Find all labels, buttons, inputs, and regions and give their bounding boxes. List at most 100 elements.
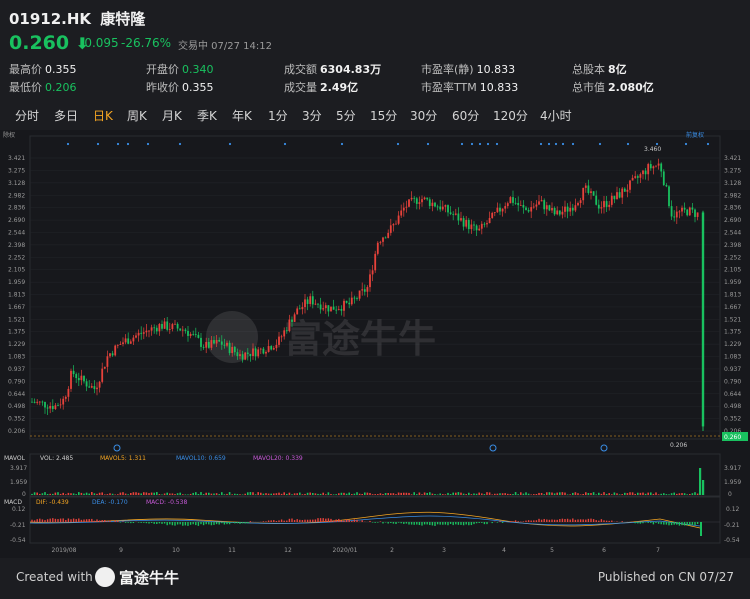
macd-bar — [449, 522, 452, 524]
current-price-tag: 0.260 — [724, 434, 741, 441]
candle-body — [527, 209, 530, 212]
macd-bar — [184, 522, 187, 526]
volume-bar — [421, 494, 423, 495]
macd-bar — [306, 519, 309, 522]
volume-bar — [569, 494, 571, 495]
tab-multiday[interactable]: 多日 — [54, 107, 78, 124]
volume-bar — [52, 493, 54, 495]
x-tick: 9 — [119, 547, 123, 554]
tab-120min[interactable]: 120分 — [493, 107, 528, 124]
macd-value: MACD: -0.538 — [146, 499, 187, 506]
candle-body — [590, 191, 592, 193]
candle-body — [366, 287, 369, 292]
volume-bar — [104, 494, 106, 495]
volume-bar — [572, 492, 574, 495]
candle-body — [207, 341, 210, 348]
adjust-forward-label[interactable]: 前复权 — [686, 131, 704, 139]
tab-1min[interactable]: 1分 — [268, 107, 288, 124]
macd-bar — [538, 518, 540, 522]
vol-indicator-name[interactable]: MAVOL — [4, 455, 26, 462]
tab-60min[interactable]: 60分 — [452, 107, 479, 124]
volume-bar — [44, 492, 46, 495]
macd-bar — [109, 520, 111, 522]
volume-bar — [585, 492, 587, 495]
candle-body — [525, 207, 527, 210]
macd-bar — [678, 522, 681, 526]
volume-bar — [379, 493, 382, 495]
adjust-none-label[interactable]: 除权 — [3, 131, 15, 139]
tab-3min[interactable]: 3分 — [302, 107, 322, 124]
volume-bar — [499, 493, 501, 495]
tab-monthly-k[interactable]: 月K — [162, 107, 182, 124]
volume-bar — [288, 492, 291, 495]
tab-15min[interactable]: 15分 — [370, 107, 397, 124]
candle-body — [543, 200, 546, 210]
candle-body — [314, 303, 317, 305]
candle-body — [462, 218, 465, 227]
macd-bar — [408, 522, 410, 525]
volume-bar — [577, 493, 579, 495]
stat-low: 最低价 0.206 — [9, 81, 77, 94]
volume-bar — [85, 492, 88, 495]
macd-bar — [410, 522, 413, 525]
candle-body — [75, 374, 78, 379]
volume-bar — [221, 492, 223, 495]
macd-bar — [62, 518, 64, 522]
candle-body — [374, 253, 377, 271]
macd-bar — [673, 522, 675, 525]
candle-body — [683, 207, 686, 210]
tab-daily-k[interactable]: 日K — [93, 107, 113, 124]
volume-bar — [80, 492, 83, 495]
macd-bar — [634, 522, 636, 524]
candle-body — [392, 224, 395, 226]
svg-text:-0.54: -0.54 — [724, 537, 740, 544]
tab-5min[interactable]: 5分 — [336, 107, 356, 124]
y-tick-right: 0.498 — [724, 403, 741, 410]
volume-bar — [673, 492, 675, 495]
volume-bar — [49, 493, 51, 495]
tab-weekly-k[interactable]: 周K — [127, 107, 147, 124]
volume-bar — [176, 493, 179, 495]
kline-chart[interactable]: 除权 前复权 3.421 3.421 3.275 3.275 3.128 3.128 2.9… — [0, 130, 750, 558]
dif-value: DIF: -0.439 — [36, 499, 69, 506]
macd-bar — [686, 522, 688, 526]
candle-body — [356, 298, 358, 300]
macd-indicator-name[interactable]: MACD — [4, 499, 22, 506]
macd-bar — [468, 522, 470, 526]
candle-body — [574, 205, 577, 211]
tab-quarterly-k[interactable]: 季K — [197, 107, 217, 124]
candle-body — [389, 225, 392, 233]
volume-bar — [75, 494, 77, 495]
volume-bar — [114, 494, 116, 495]
vol-tick-zero: 0 — [22, 491, 26, 498]
high-marker-label: 3.460 — [644, 146, 661, 153]
volume-bar — [96, 493, 98, 495]
candle-body — [621, 188, 624, 198]
macd-bar — [296, 519, 298, 522]
tab-yearly-k[interactable]: 年K — [232, 107, 252, 124]
candle-body — [49, 405, 52, 409]
macd-bar — [353, 519, 356, 522]
volume-bar — [130, 492, 132, 495]
tab-30min[interactable]: 30分 — [410, 107, 437, 124]
macd-bar — [533, 520, 535, 522]
volume-bar — [546, 492, 548, 495]
candle-body — [626, 189, 629, 192]
volume-bar — [36, 492, 38, 495]
y-tick-left: 2.252 — [8, 254, 25, 261]
tab-4hour[interactable]: 4小时 — [540, 107, 572, 124]
macd-bar — [171, 522, 174, 526]
tab-intraday[interactable]: 分时 — [15, 107, 39, 124]
candle-body — [652, 166, 655, 169]
volume-bar — [356, 492, 358, 495]
macd-bar — [340, 520, 343, 522]
chart-area[interactable]: 除权 前复权 3.421 3.421 3.275 3.275 3.128 3.128 2.9… — [0, 130, 750, 558]
volume-bar — [670, 493, 673, 495]
y-tick-right: 1.959 — [724, 279, 741, 286]
volume-bar — [377, 494, 379, 495]
candle-body — [259, 348, 262, 350]
macd-bar — [655, 522, 657, 523]
volume-bar — [694, 492, 696, 495]
candle-body — [244, 352, 247, 360]
macd-bar — [41, 519, 44, 522]
